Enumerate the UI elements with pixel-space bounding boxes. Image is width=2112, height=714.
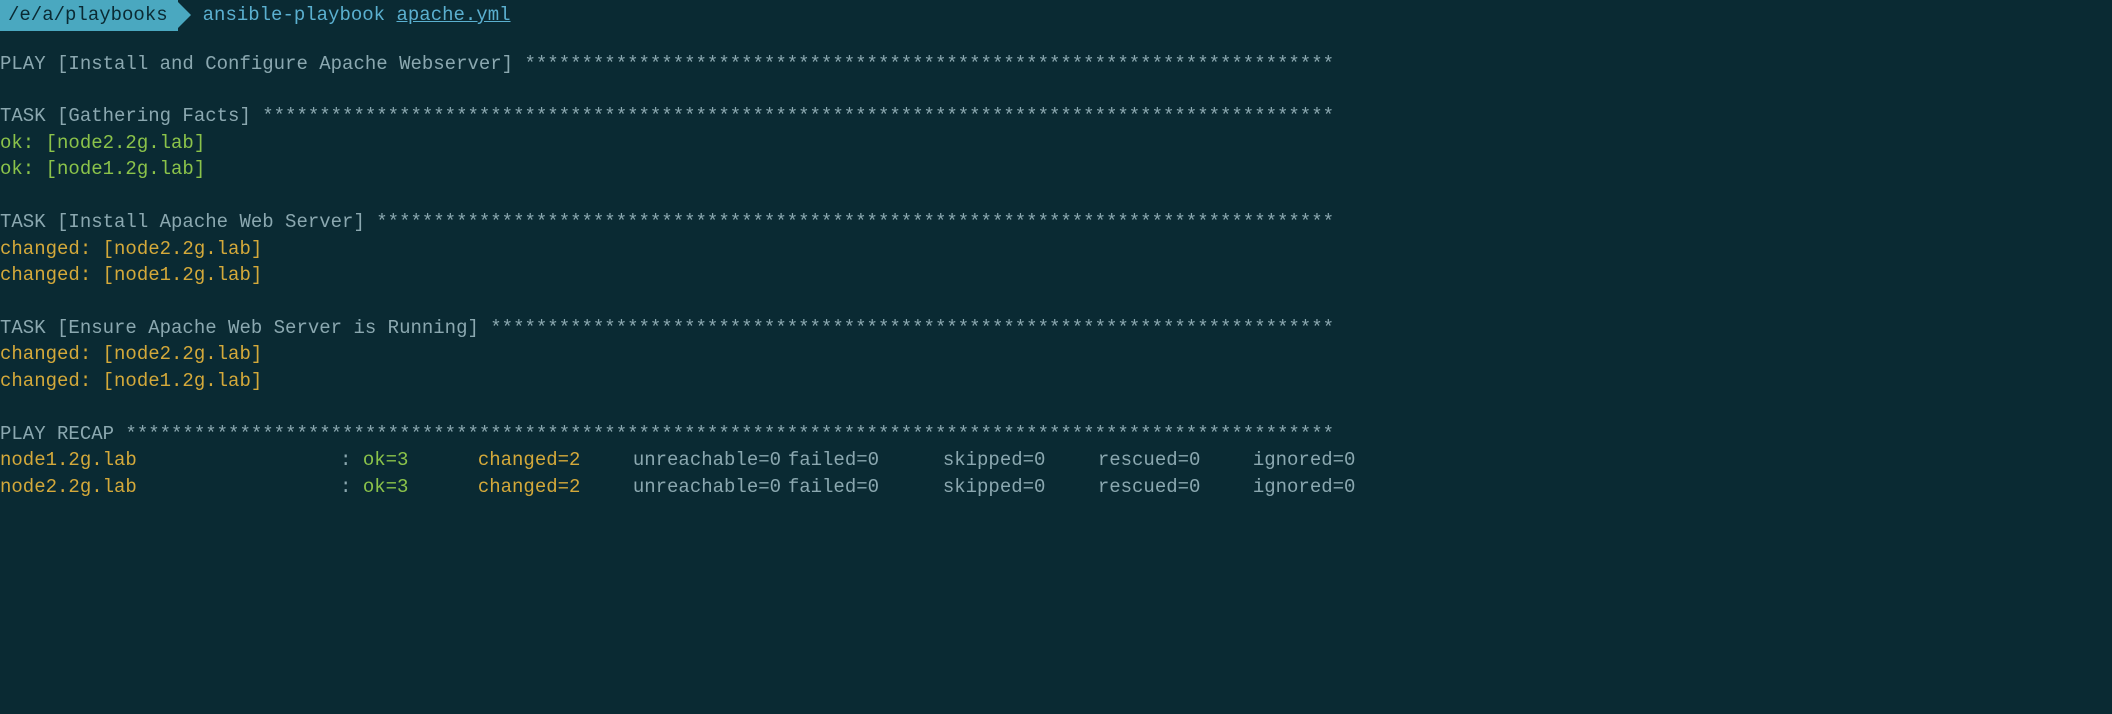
task-result: changed: [node1.2g.lab] xyxy=(0,368,2112,395)
recap-failed: failed=0 xyxy=(788,474,943,501)
recap-rescued: rescued=0 xyxy=(1098,474,1253,501)
recap-ok: ok=3 xyxy=(363,474,478,501)
task-header: TASK [Install Apache Web Server] *******… xyxy=(0,209,2112,236)
recap-ignored: ignored=0 xyxy=(1253,474,1408,501)
task-result: ok: [node2.2g.lab] xyxy=(0,130,2112,157)
recap-separator: : xyxy=(340,449,363,471)
play-header: PLAY [Install and Configure Apache Webse… xyxy=(0,51,2112,78)
prompt-path: /e/a/playbooks xyxy=(0,0,178,31)
recap-changed: changed=2 xyxy=(478,447,633,474)
task-result: changed: [node1.2g.lab] xyxy=(0,262,2112,289)
task-result: ok: [node1.2g.lab] xyxy=(0,156,2112,183)
recap-changed: changed=2 xyxy=(478,474,633,501)
task-header: TASK [Ensure Apache Web Server is Runnin… xyxy=(0,315,2112,342)
recap-skipped: skipped=0 xyxy=(943,474,1098,501)
recap-separator: : xyxy=(340,476,363,498)
tasks-output: TASK [Gathering Facts] *****************… xyxy=(0,103,2112,420)
recap-rescued: rescued=0 xyxy=(1098,447,1253,474)
recap-unreachable: unreachable=0 xyxy=(633,447,788,474)
prompt-line: /e/a/playbooks ansible-playbook apache.y… xyxy=(0,0,2112,31)
recap-row: node1.2g.lab: ok=3changed=2unreachable=0… xyxy=(0,447,2112,474)
task-result: changed: [node2.2g.lab] xyxy=(0,341,2112,368)
recap-ignored: ignored=0 xyxy=(1253,447,1408,474)
recap-failed: failed=0 xyxy=(788,447,943,474)
recap-skipped: skipped=0 xyxy=(943,447,1098,474)
recap-ok: ok=3 xyxy=(363,447,478,474)
prompt-arrow-icon xyxy=(178,2,191,28)
recap-header: PLAY RECAP *****************************… xyxy=(0,421,2112,448)
command-argument: apache.yml xyxy=(396,2,510,29)
command-name: ansible-playbook xyxy=(203,2,385,29)
recap-host: node1.2g.lab xyxy=(0,447,340,474)
recap-host: node2.2g.lab xyxy=(0,474,340,501)
task-header: TASK [Gathering Facts] *****************… xyxy=(0,103,2112,130)
task-result: changed: [node2.2g.lab] xyxy=(0,236,2112,263)
recap-row: node2.2g.lab: ok=3changed=2unreachable=0… xyxy=(0,474,2112,501)
recap-unreachable: unreachable=0 xyxy=(633,474,788,501)
recap-rows: node1.2g.lab: ok=3changed=2unreachable=0… xyxy=(0,447,2112,500)
